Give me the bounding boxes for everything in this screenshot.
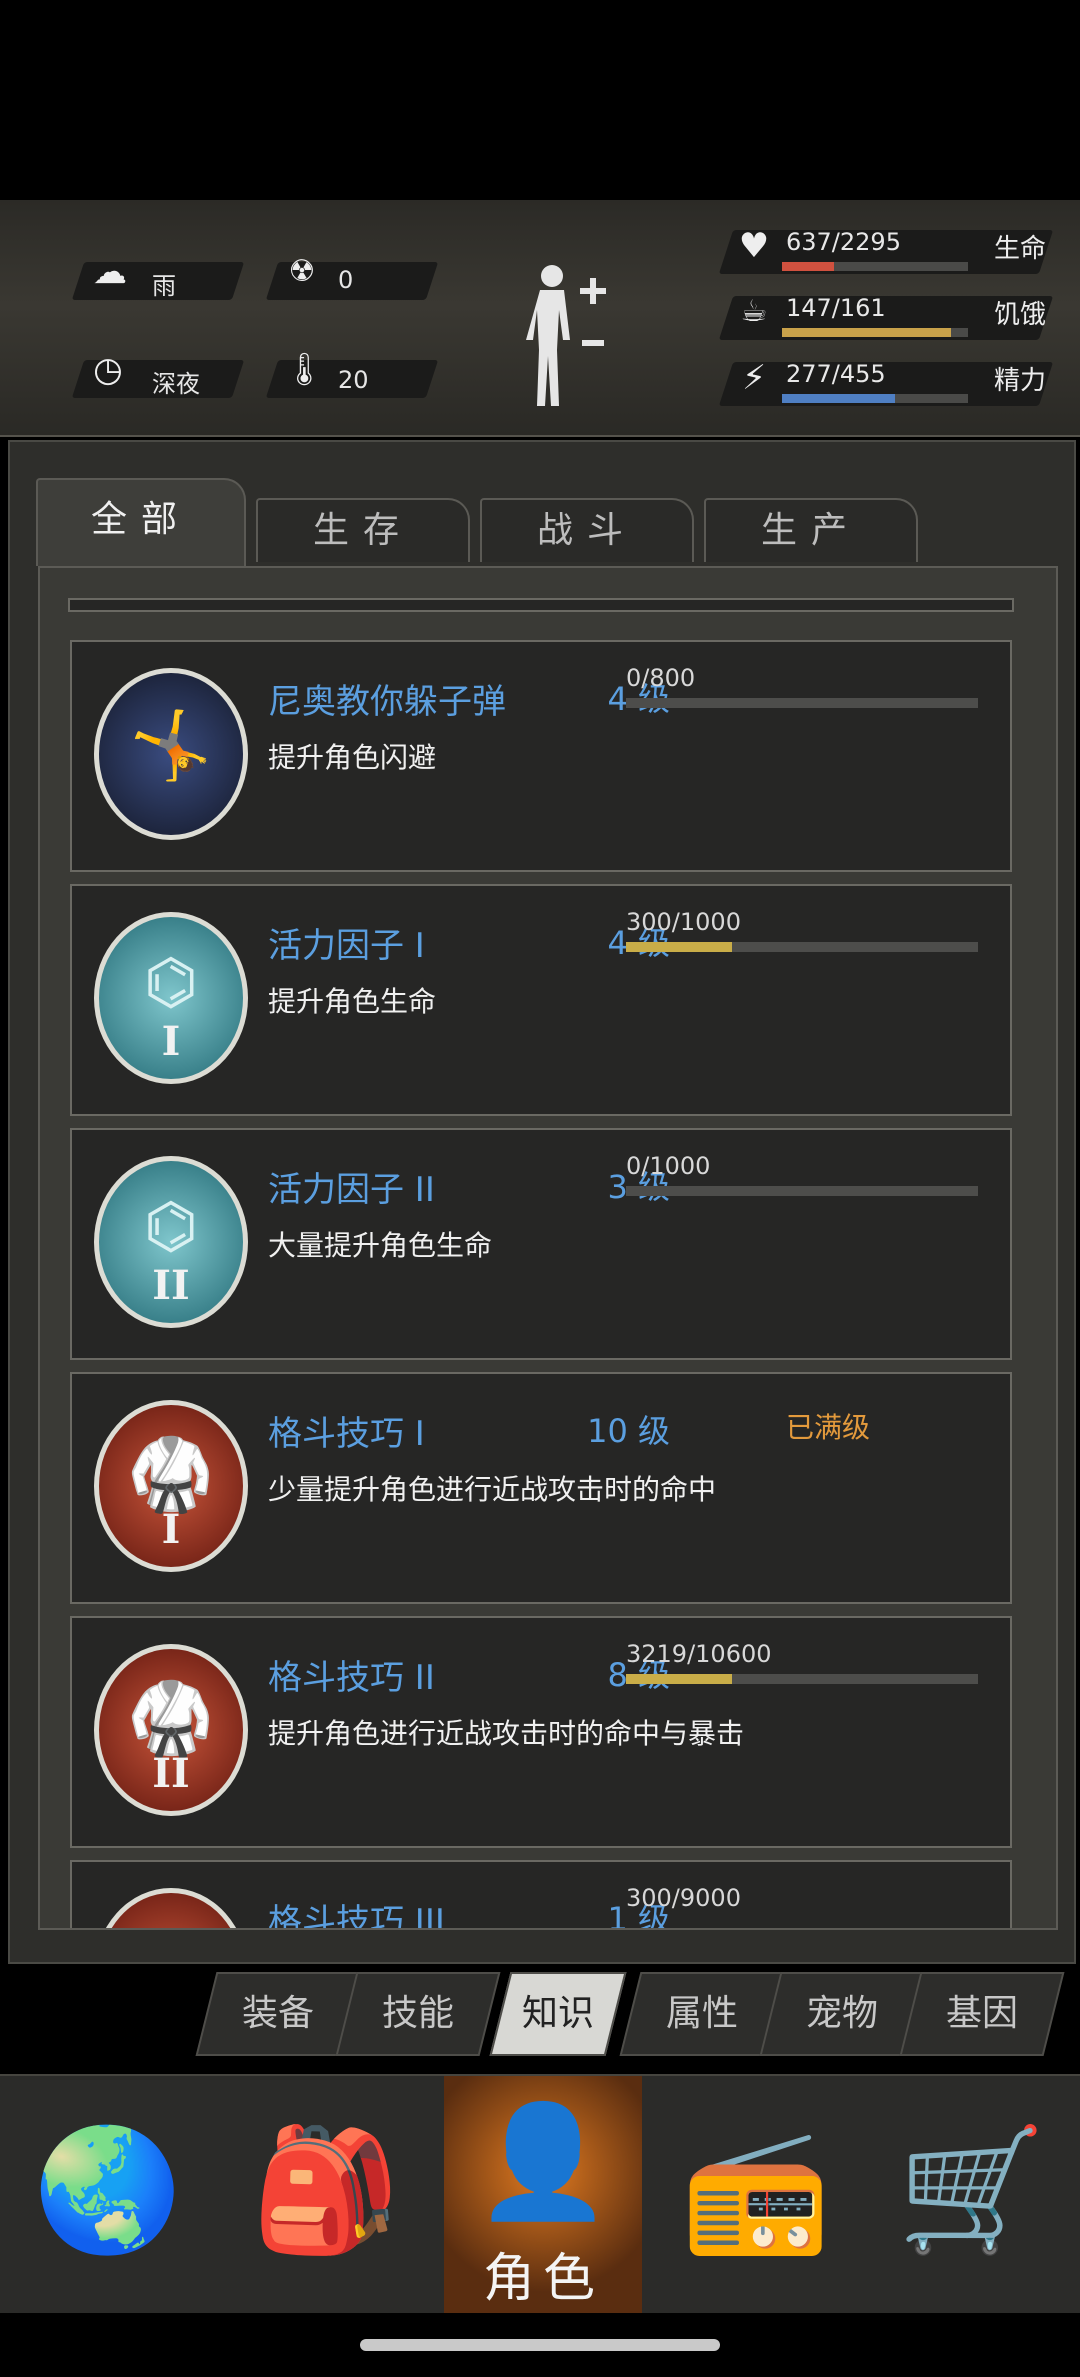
skill-level: 10 级	[587, 1412, 670, 1450]
hunger-label: 饥饿	[994, 300, 1047, 330]
max-level-label: 已满级	[786, 1411, 871, 1444]
tier-mark: II	[152, 1262, 190, 1309]
tab-label: 战斗	[536, 510, 637, 551]
subtab-label: 属性	[665, 1993, 738, 2034]
skill-description: 提升角色进行近战攻击时的命中与暴击	[268, 1717, 745, 1750]
nav-character-label: 角色	[482, 2249, 603, 2309]
energy-bar	[782, 394, 968, 403]
fighter-icon: 🥋 II	[94, 1644, 248, 1816]
home-indicator[interactable]	[360, 2339, 720, 2351]
energy-head-icon: ⚡	[742, 358, 766, 398]
skill-name: 格斗技巧 I	[268, 1414, 425, 1454]
skill-name: 尼奥教你躲子弹	[268, 682, 506, 722]
thermometer-icon: 🌡	[284, 350, 325, 388]
hunger-bar	[782, 328, 968, 337]
skill-description: 提升角色生命	[268, 985, 437, 1018]
subtab-equipment[interactable]: 装备	[195, 1972, 361, 2056]
nav-radio[interactable]: 📻	[648, 2076, 864, 2313]
skill-progress-bar	[626, 698, 978, 708]
skill-description: 提升角色闪避	[268, 741, 437, 774]
skill-card[interactable]: 🥋 II 格斗技巧 II 8 级 提升角色进行近战攻击时的命中与暴击 3219/…	[70, 1616, 1012, 1848]
skill-progress-bar	[626, 1674, 978, 1684]
tab-production[interactable]: 生产	[704, 498, 918, 562]
fighter-icon	[94, 1888, 248, 1928]
tier-mark: II	[152, 1750, 190, 1797]
hunger-value: 147/161	[786, 294, 886, 322]
tab-label: 全部	[90, 499, 191, 540]
nav-world[interactable]: 🌏	[0, 2076, 216, 2313]
shopping-cart-icon: 🛒	[897, 2121, 1047, 2260]
skill-description: 大量提升角色生命	[268, 1229, 493, 1262]
status-panel: ☁ 雨 ☢ 0 ◷ 深夜 🌡 20 ♥ 637/2295 生命 ☕ 147/16…	[0, 200, 1080, 437]
subtab-label: 技能	[381, 1993, 454, 2034]
globe-icon: 🌏	[33, 2121, 183, 2260]
stomach-icon: ☕	[740, 294, 768, 329]
skill-card[interactable]: 格斗技巧 III 1 级 300/9000	[70, 1860, 1012, 1930]
bottom-nav: 🌏 🎒 👤 角色 📻 🛒	[0, 2074, 1080, 2313]
skill-progress-bar	[626, 942, 978, 952]
time-label: 深夜	[152, 370, 200, 398]
molecule-icon: ⌬ I	[94, 912, 248, 1084]
nav-backpack[interactable]: 🎒	[216, 2076, 436, 2313]
energy-label: 精力	[994, 366, 1047, 396]
subtab-genes[interactable]: 基因	[899, 1972, 1065, 2056]
health-value: 637/2295	[786, 228, 901, 256]
list-top-divider	[68, 598, 1014, 612]
subtab-skills[interactable]: 技能	[335, 1972, 501, 2056]
tab-combat[interactable]: 战斗	[480, 498, 694, 562]
character-head-icon: 👤	[474, 2097, 612, 2225]
fighter-icon: 🥋 I	[94, 1400, 248, 1572]
knowledge-panel: 全部 生存 战斗 生产 🤸 尼奥教你躲子弹 4 级 提升角色闪避 0/800 ⌬…	[8, 440, 1076, 1964]
energy-value: 277/455	[786, 360, 886, 388]
weather-label: 雨	[152, 272, 176, 300]
radiation-icon: ☢	[288, 254, 316, 289]
nav-character[interactable]: 👤 角色	[444, 2076, 642, 2313]
skill-list[interactable]: 🤸 尼奥教你躲子弹 4 级 提升角色闪避 0/800 ⌬ I 活力因子 I 4 …	[38, 566, 1058, 1930]
rain-cloud-icon: ☁	[93, 252, 127, 292]
subtab-label: 基因	[945, 1993, 1018, 2034]
skill-progress-text: 0/1000	[626, 1152, 711, 1180]
subtab-label: 装备	[241, 1993, 314, 2034]
skill-card[interactable]: ⌬ II 活力因子 II 3 级 大量提升角色生命 0/1000	[70, 1128, 1012, 1360]
body-figure-icon	[526, 265, 606, 406]
radiation-value: 0	[338, 266, 354, 294]
heart-pulse-icon: ♥	[738, 226, 770, 266]
skill-progress-text: 0/800	[626, 664, 696, 692]
skill-name: 格斗技巧 II	[268, 1658, 435, 1698]
subtab-knowledge[interactable]: 知识	[489, 1972, 627, 2056]
health-bar	[782, 262, 968, 271]
skill-description: 少量提升角色进行近战攻击时的命中	[268, 1473, 717, 1506]
nav-shop[interactable]: 🛒	[864, 2076, 1080, 2313]
skill-name: 活力因子 II	[268, 1170, 435, 1210]
tab-label: 生产	[760, 510, 861, 551]
molecule-icon: ⌬ II	[94, 1156, 248, 1328]
skill-name: 格斗技巧 III	[268, 1902, 445, 1930]
backpack-icon: 🎒	[251, 2121, 401, 2260]
skill-progress-bar	[626, 1186, 978, 1196]
tab-label: 生存	[312, 510, 413, 551]
skill-progress-text: 300/9000	[626, 1884, 741, 1912]
skill-card[interactable]: ⌬ I 活力因子 I 4 级 提升角色生命 300/1000	[70, 884, 1012, 1116]
clock-icon: ◷	[93, 350, 123, 390]
tier-mark: I	[161, 1018, 181, 1065]
tab-survival[interactable]: 生存	[256, 498, 470, 562]
body-status-button[interactable]	[520, 260, 620, 410]
skill-card[interactable]: 🥋 I 格斗技巧 I 10 级 少量提升角色进行近战攻击时的命中 已满级	[70, 1372, 1012, 1604]
skill-name: 活力因子 I	[268, 926, 425, 966]
temperature-value: 20	[338, 366, 369, 394]
subtab-label: 知识	[521, 1993, 594, 2034]
skill-card[interactable]: 🤸 尼奥教你躲子弹 4 级 提升角色闪避 0/800	[70, 640, 1012, 872]
subtab-label: 宠物	[805, 1993, 878, 2034]
tier-mark: I	[161, 1506, 181, 1553]
skill-progress-text: 300/1000	[626, 908, 741, 936]
dodge-figure-icon: 🤸	[94, 668, 248, 840]
skill-progress-text: 3219/10600	[626, 1640, 772, 1668]
health-label: 生命	[994, 234, 1047, 264]
subtab-attributes[interactable]: 属性	[619, 1972, 785, 2056]
subtab-pets[interactable]: 宠物	[759, 1972, 925, 2056]
radio-icon: 📻	[681, 2121, 831, 2260]
tab-all[interactable]: 全部	[36, 478, 246, 566]
